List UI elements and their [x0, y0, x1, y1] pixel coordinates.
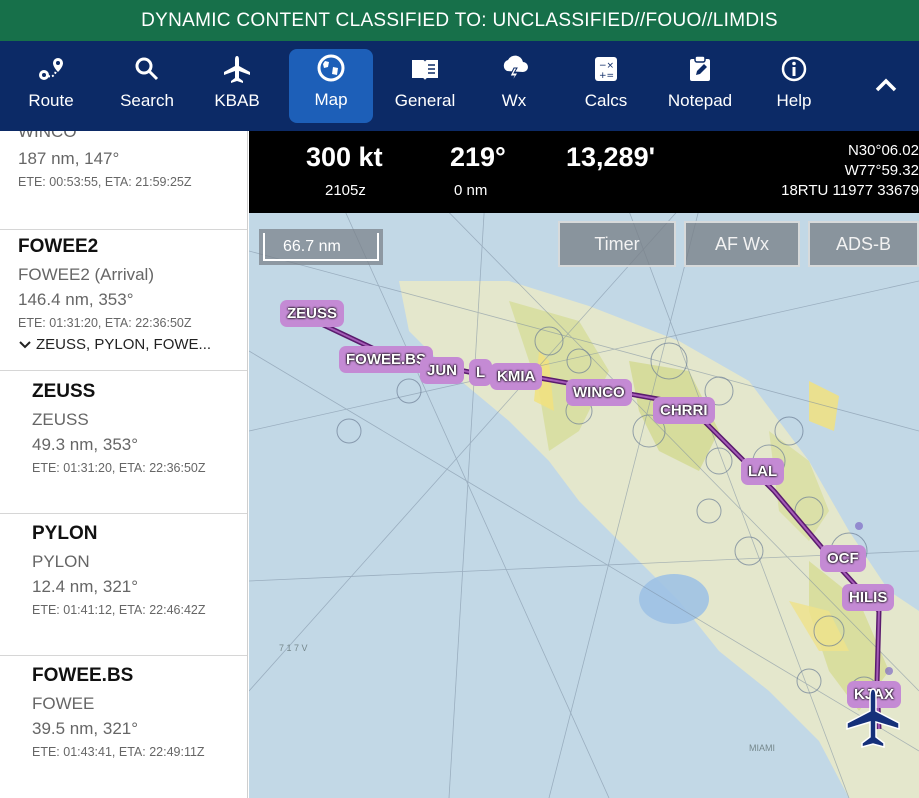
- route-sidebar: WINCO 187 nm, 147° ETE: 00:53:55, ETA: 2…: [0, 131, 248, 798]
- waypoint-ete: ETE: 01:41:12, ETA: 22:46:42Z: [32, 603, 206, 617]
- waypoint-label-l[interactable]: L: [469, 359, 493, 386]
- waypoint-label-winco[interactable]: WINCO: [566, 379, 632, 406]
- waypoint-ete: ETE: 00:53:55, ETA: 21:59:25Z: [18, 175, 192, 189]
- nav-calcs[interactable]: −× += Calcs: [580, 50, 632, 120]
- list-item[interactable]: 187 nm, 147° ETE: 00:53:55, ETA: 21:59:2…: [18, 149, 247, 189]
- chevron-up-icon: [875, 78, 897, 92]
- ads-b-button[interactable]: ADS-B: [808, 221, 919, 267]
- ground-speed: 300 kt: [306, 142, 383, 172]
- waypoint-title: FOWEE.BS: [32, 665, 134, 686]
- waypoint-title: ZEUSS: [32, 381, 96, 402]
- svg-text:MIAMI: MIAMI: [749, 743, 775, 753]
- waypoint-label-zeuss[interactable]: ZEUSS: [280, 300, 345, 327]
- procedure-expander-label: ZEUSS, PYLON, FOWE...: [36, 336, 212, 353]
- waypoint-subtitle: ZEUSS: [32, 410, 89, 429]
- waypoint-ete: ETE: 01:31:20, ETA: 22:36:50Z: [32, 461, 206, 475]
- waypoint-label-chrri[interactable]: CHRRI: [653, 397, 715, 424]
- af-wx-button[interactable]: AF Wx: [684, 221, 800, 267]
- list-item[interactable]: WINCO: [18, 131, 247, 142]
- ads-b-label: ADS-B: [835, 233, 891, 254]
- mgrs-coordinate: 18RTU 11977 33679: [781, 182, 919, 199]
- nav-kbab-label: KBAB: [214, 91, 260, 110]
- nav-general-label: General: [394, 91, 456, 110]
- waypoint-label-fowee-bs[interactable]: FOWEE.BS: [339, 346, 434, 373]
- nav-help[interactable]: Help: [771, 50, 817, 120]
- distance: 0 nm: [454, 182, 488, 199]
- waypoint-subtitle: PYLON: [32, 552, 90, 571]
- nav-help-label: Help: [776, 91, 812, 110]
- waypoint-label-jun[interactable]: JUN: [420, 357, 465, 384]
- svg-text:+=: +=: [599, 71, 614, 81]
- timer-button[interactable]: Timer: [558, 221, 676, 267]
- divider: [0, 229, 247, 230]
- af-wx-label: AF Wx: [715, 233, 769, 254]
- procedure-expander[interactable]: ZEUSS, PYLON, FOWE...: [18, 336, 247, 353]
- waypoint-title: PYLON: [32, 523, 98, 544]
- nav-search[interactable]: Search: [112, 50, 182, 120]
- waypoint-distance: 12.4 nm, 321°: [32, 577, 139, 596]
- list-item[interactable]: FOWEE.BS FOWEE 39.5 nm, 321° ETE: 01:43:…: [32, 665, 247, 759]
- divider: [0, 513, 247, 514]
- timer-label: Timer: [594, 233, 640, 254]
- divider: [0, 655, 247, 656]
- nav-general[interactable]: General: [388, 50, 462, 120]
- waypoint-ete: ETE: 01:43:41, ETA: 22:49:11Z: [32, 745, 205, 759]
- nav-route[interactable]: Route: [21, 50, 81, 120]
- globe-icon: [316, 52, 346, 84]
- nav-kbab[interactable]: KBAB: [205, 50, 269, 120]
- top-nav-bar: Route Search KBAB Map General Wx −×+= C: [0, 41, 919, 131]
- nav-notepad[interactable]: Notepad: [663, 50, 737, 120]
- nav-route-label: Route: [28, 91, 74, 110]
- waypoint-label-lal[interactable]: LAL: [741, 458, 785, 485]
- waypoint-subtitle: FOWEE2 (Arrival): [18, 265, 154, 284]
- longitude: W77°59.32: [844, 162, 919, 179]
- book-icon: [410, 53, 440, 85]
- current-time: 2105z: [325, 182, 366, 199]
- list-item[interactable]: PYLON PYLON 12.4 nm, 321° ETE: 01:41:12,…: [32, 523, 247, 617]
- flight-status-bar: 300 kt 2105z 219° 0 nm 13,289' N30°06.02…: [249, 131, 919, 213]
- info-icon: [779, 53, 809, 85]
- list-item-procedure[interactable]: FOWEE2 FOWEE2 (Arrival) 146.4 nm, 353° E…: [18, 236, 247, 353]
- classification-banner: DYNAMIC CONTENT CLASSIFIED TO: UNCLASSIF…: [0, 0, 919, 41]
- search-icon: [132, 53, 162, 85]
- altitude: 13,289': [566, 142, 656, 172]
- list-item[interactable]: ZEUSS ZEUSS 49.3 nm, 353° ETE: 01:31:20,…: [32, 381, 247, 475]
- divider: [0, 370, 247, 371]
- waypoint-label-kmia[interactable]: KMIA: [490, 363, 543, 390]
- nav-map-label: Map: [314, 90, 348, 109]
- waypoint-distance: 146.4 nm, 353°: [18, 290, 134, 309]
- waypoint-distance: 39.5 nm, 321°: [32, 719, 139, 738]
- weather-icon: [499, 53, 529, 85]
- waypoint-title: FOWEE2: [18, 236, 99, 257]
- waypoint-partial-title: WINCO: [18, 131, 77, 141]
- heading: 219°: [450, 142, 506, 172]
- waypoint-distance: 187 nm, 147°: [18, 149, 120, 168]
- waypoint-ete: ETE: 01:31:20, ETA: 22:36:50Z: [18, 316, 192, 330]
- calculator-icon: −× +=: [591, 53, 621, 85]
- collapse-nav-button[interactable]: [866, 70, 906, 100]
- notepad-icon: [685, 53, 715, 85]
- chevron-down-icon: [19, 340, 31, 348]
- latitude: N30°06.02: [847, 142, 919, 159]
- ownship-aircraft-icon: [846, 688, 900, 748]
- waypoint-distance: 49.3 nm, 353°: [32, 435, 139, 454]
- nav-wx[interactable]: Wx: [492, 50, 536, 120]
- svg-text:7 1 7 V: 7 1 7 V: [279, 643, 308, 653]
- nav-map[interactable]: Map: [289, 49, 373, 123]
- airplane-icon: [222, 53, 252, 85]
- waypoint-label-ocf[interactable]: OCF: [820, 545, 866, 572]
- waypoint-subtitle: FOWEE: [32, 694, 95, 713]
- nav-notepad-label: Notepad: [667, 91, 733, 110]
- map-scale[interactable]: 66.7 nm: [259, 229, 383, 265]
- nav-wx-label: Wx: [501, 91, 527, 110]
- nav-search-label: Search: [120, 91, 174, 110]
- nav-calcs-label: Calcs: [584, 91, 628, 110]
- scale-label: 66.7 nm: [283, 238, 341, 255]
- route-icon: [36, 53, 66, 85]
- waypoint-label-hilis[interactable]: HILIS: [842, 584, 895, 611]
- svg-text:−×: −×: [599, 61, 614, 71]
